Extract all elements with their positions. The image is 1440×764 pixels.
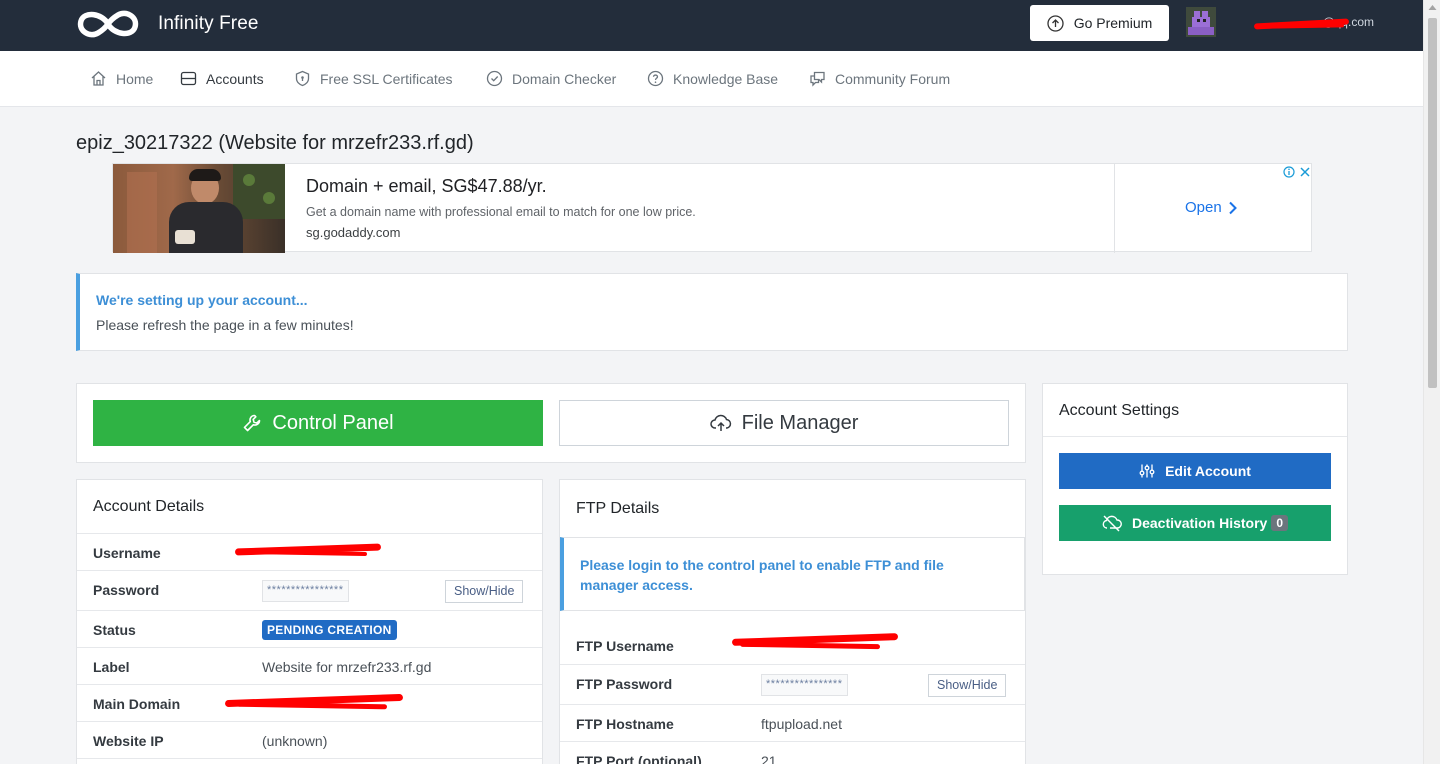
redaction-mark	[739, 641, 881, 650]
user-email: @qq.com	[1224, 15, 1374, 30]
help-circle-icon	[647, 70, 664, 87]
redaction-mark	[246, 549, 368, 557]
password-mask: ****************	[262, 580, 349, 602]
chevron-right-icon	[1228, 201, 1237, 214]
page-scrollbar[interactable]	[1423, 0, 1440, 764]
ftp-hostname-value: ftpupload.net	[761, 716, 842, 732]
redaction-mark	[236, 701, 388, 710]
nav-item-domain-checker[interactable]: Domain Checker	[486, 70, 616, 87]
ad-divider	[1114, 164, 1115, 253]
home-icon	[91, 71, 106, 86]
ftp-notice-alert: Please login to the control panel to ena…	[560, 537, 1025, 611]
deactivation-count-badge: 0	[1271, 515, 1289, 531]
account-website-ip-row: Website IP (unknown)	[77, 721, 542, 758]
quick-actions-card: Control Panel File Manager	[76, 383, 1026, 463]
nav-item-community-forum[interactable]: Community Forum	[809, 70, 950, 87]
setup-alert-text: Please refresh the page in a few minutes…	[96, 317, 354, 333]
account-main-domain-row: Main Domain	[77, 684, 542, 721]
nav-item-home[interactable]: Home	[90, 70, 153, 87]
account-details-heading: Account Details	[93, 498, 205, 515]
setup-alert: We're setting up your account... Please …	[76, 273, 1348, 351]
file-manager-button[interactable]: File Manager	[559, 400, 1009, 446]
nav-item-knowledge-base[interactable]: Knowledge Base	[647, 70, 778, 87]
check-circle-icon	[486, 70, 503, 87]
brand-logo[interactable]: Infinity Free	[76, 7, 259, 41]
brand-name: Infinity Free	[158, 13, 259, 34]
page-title: epiz_30217322 (Website for mrzefr233.rf.…	[76, 132, 474, 154]
wrench-icon	[244, 414, 261, 432]
infinity-logo-icon	[77, 10, 139, 38]
ftp-details-heading: FTP Details	[576, 500, 660, 517]
nav-item-free-ssl[interactable]: Free SSL Certificates	[294, 70, 453, 87]
card-divider	[1043, 436, 1347, 437]
ad-banner[interactable]: Domain + email, SG$47.88/yr. Get a domai…	[112, 163, 1312, 253]
account-password-row: Password **************** Show/Hide	[77, 570, 542, 610]
go-premium-label: Go Premium	[1073, 15, 1153, 31]
forum-icon	[810, 71, 825, 87]
accounts-icon	[180, 71, 197, 86]
cloud-upload-icon	[709, 414, 731, 431]
go-premium-button[interactable]: Go Premium	[1030, 5, 1169, 41]
website-ip-value: (unknown)	[262, 733, 328, 749]
ad-info-controls[interactable]	[1283, 166, 1311, 178]
ad-open-button[interactable]: Open	[1185, 199, 1238, 216]
ftp-password-show-hide-button[interactable]: Show/Hide	[928, 674, 1007, 697]
ftp-notice-text: Please login to the control panel to ena…	[580, 557, 944, 593]
ftp-hostname-row: FTP Hostname ftpupload.net	[560, 704, 1025, 741]
arrow-up-circle-icon	[1047, 14, 1064, 32]
shield-icon	[295, 70, 310, 87]
control-panel-button[interactable]: Control Panel	[93, 400, 543, 446]
cloud-off-icon	[1102, 515, 1122, 532]
top-header: Infinity Free Go Premium @qq.com	[0, 0, 1423, 51]
account-details-card: Account Details Username Password ******…	[76, 479, 543, 764]
ftp-port-value: 21	[761, 753, 777, 764]
scroll-up-icon[interactable]	[1428, 4, 1437, 11]
ftp-details-card: FTP Details Please login to the control …	[559, 479, 1026, 764]
edit-account-button[interactable]: Edit Account	[1059, 453, 1331, 489]
ad-info-icon[interactable]	[1283, 166, 1295, 178]
account-settings-card: Account Settings Edit Account Deactivati…	[1042, 383, 1348, 575]
nav-item-accounts[interactable]: Accounts	[180, 70, 264, 87]
ftp-port-row: FTP Port (optional) 21	[560, 741, 1025, 764]
deactivation-history-button[interactable]: Deactivation History 0	[1059, 505, 1331, 541]
ad-description: Get a domain name with professional emai…	[306, 205, 696, 219]
user-menu[interactable]: @qq.com	[1186, 7, 1374, 37]
account-label-row: Label Website for mrzefr233.rf.gd	[77, 647, 542, 684]
ad-close-icon[interactable]	[1299, 166, 1311, 178]
account-label-value: Website for mrzefr233.rf.gd	[262, 659, 432, 675]
password-show-hide-button[interactable]: Show/Hide	[445, 580, 524, 603]
ftp-password-row: FTP Password **************** Show/Hide	[560, 664, 1025, 704]
account-extra-row	[77, 758, 542, 764]
sliders-icon	[1139, 464, 1155, 478]
ftp-username-row: FTP Username	[560, 626, 1025, 664]
ftp-password-mask: ****************	[761, 674, 848, 696]
account-username-row: Username	[77, 533, 542, 570]
ad-photo	[113, 164, 285, 253]
setup-alert-title: We're setting up your account...	[96, 292, 308, 308]
account-settings-heading: Account Settings	[1059, 402, 1180, 419]
ad-url: sg.godaddy.com	[306, 225, 401, 240]
main-nav: Home Accounts Free SSL Certificates Doma…	[0, 51, 1423, 107]
status-badge: PENDING CREATION	[262, 620, 397, 640]
avatar	[1186, 7, 1216, 37]
ad-title: Domain + email, SG$47.88/yr.	[306, 176, 547, 196]
account-status-row: Status PENDING CREATION	[77, 610, 542, 647]
scrollbar-thumb[interactable]	[1428, 18, 1437, 388]
